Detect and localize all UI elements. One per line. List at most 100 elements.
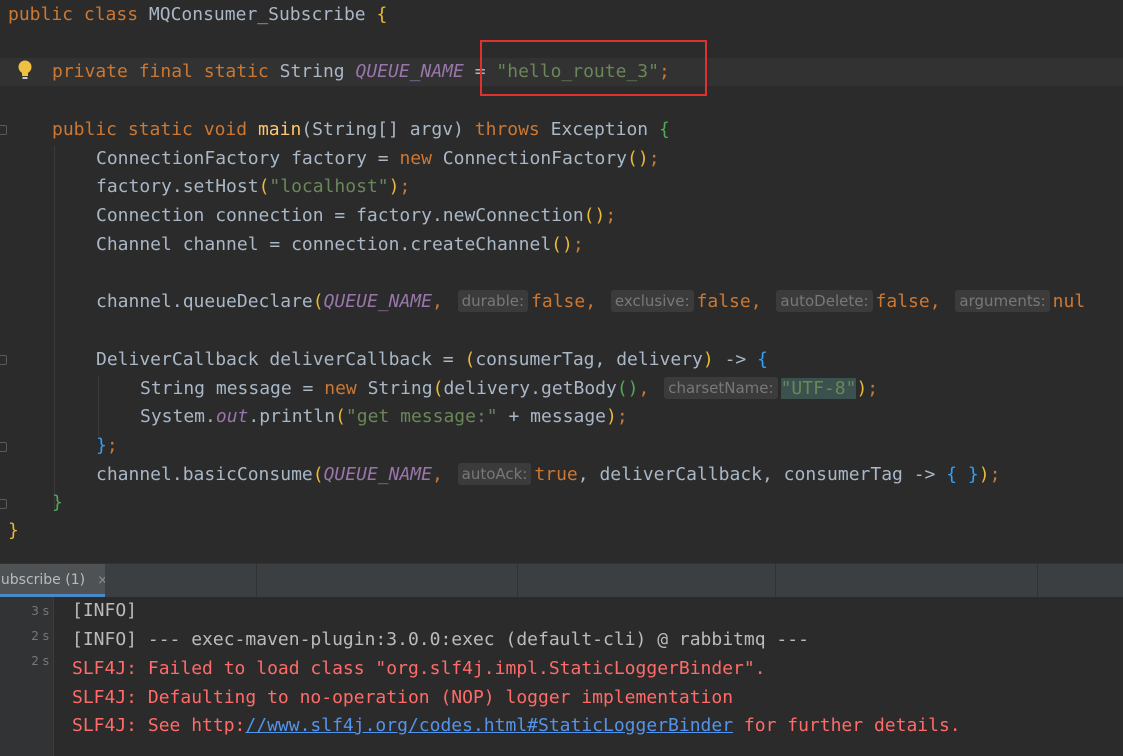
code-text: delivery.getBody bbox=[443, 378, 617, 399]
parameter-hint: charsetName: bbox=[664, 377, 778, 399]
parameter-hint: arguments: bbox=[955, 290, 1050, 312]
keyword: public bbox=[52, 119, 118, 140]
code-text: + message bbox=[497, 406, 607, 427]
brace: { bbox=[376, 4, 388, 25]
semicolon: ; bbox=[399, 176, 411, 197]
paren: ( bbox=[335, 406, 346, 427]
null-literal: nul bbox=[1052, 291, 1086, 312]
keyword: static bbox=[127, 119, 193, 140]
run-tool-window-tabbar: Subscribe (1) × bbox=[0, 563, 1123, 597]
code-line-class-declaration[interactable]: public class MQConsumer_Subscribe { bbox=[0, 1, 1123, 29]
keyword: final bbox=[138, 61, 193, 82]
annotation-highlight-box bbox=[480, 40, 707, 96]
code-line-basic-consume[interactable]: channel.basicConsume(QUEUE_NAME, autoAck… bbox=[0, 461, 1123, 489]
string-literal: "get message:" bbox=[345, 406, 498, 427]
code-line-close-class[interactable]: } bbox=[0, 517, 1123, 545]
paren: ) bbox=[856, 378, 868, 399]
code-text: channel.basicConsume bbox=[96, 464, 313, 485]
semicolon: ; bbox=[106, 435, 118, 456]
paren: ) bbox=[978, 464, 990, 485]
code-text: factory.setHost bbox=[96, 176, 259, 197]
code-line-close-main[interactable]: } bbox=[0, 489, 1123, 517]
code-text: .println bbox=[248, 406, 336, 427]
code-text: Connection connection = factory.newConne… bbox=[96, 205, 584, 226]
type-name: String bbox=[279, 61, 345, 82]
code-text: ConnectionFactory factory = bbox=[96, 148, 400, 169]
console-line-error: SLF4J: Failed to load class "org.slf4j.i… bbox=[72, 658, 766, 679]
tab-run-subscribe[interactable]: Subscribe (1) × bbox=[0, 564, 105, 597]
console-text: for further details. bbox=[733, 715, 961, 736]
paren: ) bbox=[453, 119, 464, 140]
code-text: String bbox=[356, 378, 433, 399]
semicolon: ; bbox=[572, 234, 584, 255]
console-line-error: SLF4J: See http://www.slf4j.org/codes.ht… bbox=[72, 712, 961, 740]
console-line: [INFO] --- exec-maven-plugin:3.0.0:exec … bbox=[72, 629, 809, 650]
boolean-literal: true bbox=[534, 464, 578, 485]
elapsed-time: 2 s bbox=[31, 629, 49, 643]
code-text: DeliverCallback deliverCallback = bbox=[96, 349, 465, 370]
keyword: new bbox=[399, 148, 432, 169]
paren: ( bbox=[464, 349, 476, 370]
keyword: private bbox=[52, 61, 128, 82]
parameter-hint: exclusive: bbox=[610, 290, 694, 312]
paren: () bbox=[616, 378, 639, 399]
code-line-channel[interactable]: Channel channel = connection.createChann… bbox=[0, 231, 1123, 259]
tab-divider bbox=[1037, 564, 1038, 597]
field-reference: QUEUE_NAME bbox=[323, 464, 432, 485]
semicolon: ; bbox=[867, 378, 879, 399]
brace: { bbox=[757, 349, 768, 370]
lightbulb-icon[interactable] bbox=[16, 59, 34, 81]
field-reference: QUEUE_NAME bbox=[323, 291, 432, 312]
code-editor[interactable]: public class MQConsumer_Subscribe { priv… bbox=[0, 0, 1123, 563]
code-line-set-host[interactable]: factory.setHost("localhost"); bbox=[0, 173, 1123, 201]
code-line-queue-declare[interactable]: channel.queueDeclare(QUEUE_NAME, durable… bbox=[0, 288, 1123, 316]
brace: } bbox=[8, 520, 19, 541]
comma: , bbox=[431, 464, 443, 485]
code-text: ConnectionFactory bbox=[431, 148, 628, 169]
paren: ( bbox=[312, 291, 324, 312]
code-text: Channel channel = connection.createChann… bbox=[96, 234, 552, 255]
code-line-connection[interactable]: Connection connection = factory.newConne… bbox=[0, 202, 1123, 230]
tab-divider bbox=[256, 564, 257, 597]
code-line-factory[interactable]: ConnectionFactory factory = new Connecti… bbox=[0, 145, 1123, 173]
paren: ( bbox=[258, 176, 270, 197]
code-text: channel.queueDeclare bbox=[96, 291, 313, 312]
paren: () bbox=[551, 234, 573, 255]
brace: } bbox=[96, 435, 107, 456]
code-text: , deliverCallback, consumerTag -> bbox=[577, 464, 947, 485]
code-text: String message = bbox=[140, 378, 325, 399]
paren: () bbox=[627, 148, 649, 169]
type-name: Exception bbox=[550, 119, 649, 140]
paren: ( bbox=[312, 464, 324, 485]
semicolon: ; bbox=[648, 148, 660, 169]
brace: { bbox=[659, 119, 670, 140]
elapsed-time: 3 s bbox=[31, 604, 49, 618]
close-icon[interactable]: × bbox=[97, 573, 105, 588]
comma: , bbox=[431, 291, 443, 312]
console-line: [INFO] bbox=[72, 600, 138, 621]
field-reference: out bbox=[215, 406, 249, 427]
lambda-body: { } bbox=[946, 464, 979, 485]
console-output[interactable]: [INFO] [INFO] --- exec-maven-plugin:3.0.… bbox=[54, 597, 1123, 756]
comma: , bbox=[638, 378, 650, 399]
paren: () bbox=[583, 205, 606, 226]
run-tree-gutter: 3 s 2 s 2 s bbox=[0, 597, 54, 756]
code-line-deliver-callback[interactable]: DeliverCallback deliverCallback = (consu… bbox=[0, 346, 1123, 374]
string-literal: "UTF-8" bbox=[780, 378, 857, 399]
keyword: void bbox=[203, 119, 248, 140]
parameters: String[] argv bbox=[312, 119, 454, 140]
paren: ) bbox=[702, 349, 714, 370]
code-line-println[interactable]: System.out.println("get message:" + mess… bbox=[0, 403, 1123, 431]
semicolon: ; bbox=[616, 406, 628, 427]
console-text: SLF4J: See http: bbox=[72, 715, 246, 736]
tab-divider bbox=[775, 564, 776, 597]
parameter-hint: durable: bbox=[457, 290, 529, 312]
lambda-parameters: consumerTag, delivery bbox=[475, 349, 703, 370]
paren: ( bbox=[301, 119, 313, 140]
console-link[interactable]: //www.slf4j.org/codes.html#StaticLoggerB… bbox=[245, 715, 733, 736]
boolean-literal: false bbox=[531, 291, 586, 312]
paren: ) bbox=[606, 406, 617, 427]
code-line-message[interactable]: String message = new String(delivery.get… bbox=[0, 375, 1123, 403]
code-line-close-callback[interactable]: }; bbox=[0, 432, 1123, 460]
code-line-main-method[interactable]: public static void main(String[] argv) t… bbox=[0, 116, 1123, 144]
